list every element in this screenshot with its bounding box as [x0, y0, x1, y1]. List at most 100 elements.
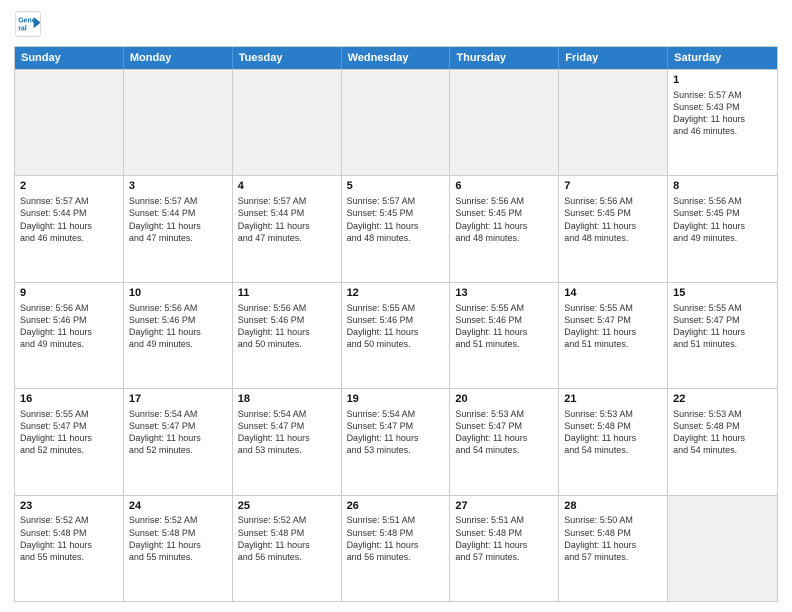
cal-cell: 22Sunrise: 5:53 AM Sunset: 5:48 PM Dayli…	[668, 389, 777, 494]
cal-cell: 10Sunrise: 5:56 AM Sunset: 5:46 PM Dayli…	[124, 283, 233, 388]
day-number: 23	[20, 499, 118, 514]
cal-cell	[559, 70, 668, 175]
cal-cell: 8Sunrise: 5:56 AM Sunset: 5:45 PM Daylig…	[668, 176, 777, 281]
day-number: 15	[673, 286, 772, 301]
cell-info: Sunrise: 5:52 AM Sunset: 5:48 PM Dayligh…	[238, 514, 336, 563]
day-number: 12	[347, 286, 445, 301]
cal-header-thursday: Thursday	[450, 47, 559, 69]
cal-cell: 20Sunrise: 5:53 AM Sunset: 5:47 PM Dayli…	[450, 389, 559, 494]
cal-cell: 18Sunrise: 5:54 AM Sunset: 5:47 PM Dayli…	[233, 389, 342, 494]
cal-cell: 28Sunrise: 5:50 AM Sunset: 5:48 PM Dayli…	[559, 496, 668, 601]
day-number: 8	[673, 179, 772, 194]
cal-cell: 26Sunrise: 5:51 AM Sunset: 5:48 PM Dayli…	[342, 496, 451, 601]
cal-cell: 12Sunrise: 5:55 AM Sunset: 5:46 PM Dayli…	[342, 283, 451, 388]
day-number: 20	[455, 392, 553, 407]
cell-info: Sunrise: 5:55 AM Sunset: 5:46 PM Dayligh…	[347, 302, 445, 351]
cal-cell: 25Sunrise: 5:52 AM Sunset: 5:48 PM Dayli…	[233, 496, 342, 601]
day-number: 4	[238, 179, 336, 194]
cal-header-sunday: Sunday	[15, 47, 124, 69]
svg-text:ral: ral	[18, 25, 27, 32]
day-number: 7	[564, 179, 662, 194]
cal-cell: 11Sunrise: 5:56 AM Sunset: 5:46 PM Dayli…	[233, 283, 342, 388]
cell-info: Sunrise: 5:53 AM Sunset: 5:47 PM Dayligh…	[455, 408, 553, 457]
calendar-body: 1Sunrise: 5:57 AM Sunset: 5:43 PM Daylig…	[15, 69, 777, 601]
logo: Gene- ral	[14, 10, 46, 38]
day-number: 27	[455, 499, 553, 514]
cal-header-tuesday: Tuesday	[233, 47, 342, 69]
day-number: 25	[238, 499, 336, 514]
day-number: 14	[564, 286, 662, 301]
cal-cell	[124, 70, 233, 175]
day-number: 11	[238, 286, 336, 301]
cell-info: Sunrise: 5:52 AM Sunset: 5:48 PM Dayligh…	[129, 514, 227, 563]
cell-info: Sunrise: 5:50 AM Sunset: 5:48 PM Dayligh…	[564, 514, 662, 563]
cell-info: Sunrise: 5:56 AM Sunset: 5:46 PM Dayligh…	[129, 302, 227, 351]
day-number: 1	[673, 73, 772, 88]
day-number: 28	[564, 499, 662, 514]
cal-week-2: 9Sunrise: 5:56 AM Sunset: 5:46 PM Daylig…	[15, 282, 777, 388]
cal-cell: 5Sunrise: 5:57 AM Sunset: 5:45 PM Daylig…	[342, 176, 451, 281]
cal-cell: 23Sunrise: 5:52 AM Sunset: 5:48 PM Dayli…	[15, 496, 124, 601]
cell-info: Sunrise: 5:55 AM Sunset: 5:47 PM Dayligh…	[673, 302, 772, 351]
cal-cell	[15, 70, 124, 175]
cell-info: Sunrise: 5:56 AM Sunset: 5:45 PM Dayligh…	[564, 195, 662, 244]
cell-info: Sunrise: 5:54 AM Sunset: 5:47 PM Dayligh…	[129, 408, 227, 457]
cal-cell: 14Sunrise: 5:55 AM Sunset: 5:47 PM Dayli…	[559, 283, 668, 388]
cell-info: Sunrise: 5:53 AM Sunset: 5:48 PM Dayligh…	[564, 408, 662, 457]
cal-cell: 3Sunrise: 5:57 AM Sunset: 5:44 PM Daylig…	[124, 176, 233, 281]
cal-cell	[342, 70, 451, 175]
cal-cell: 1Sunrise: 5:57 AM Sunset: 5:43 PM Daylig…	[668, 70, 777, 175]
cal-cell: 7Sunrise: 5:56 AM Sunset: 5:45 PM Daylig…	[559, 176, 668, 281]
cal-header-saturday: Saturday	[668, 47, 777, 69]
header: Gene- ral	[14, 10, 778, 38]
cell-info: Sunrise: 5:54 AM Sunset: 5:47 PM Dayligh…	[347, 408, 445, 457]
cell-info: Sunrise: 5:52 AM Sunset: 5:48 PM Dayligh…	[20, 514, 118, 563]
cell-info: Sunrise: 5:55 AM Sunset: 5:46 PM Dayligh…	[455, 302, 553, 351]
cal-header-friday: Friday	[559, 47, 668, 69]
cal-cell: 24Sunrise: 5:52 AM Sunset: 5:48 PM Dayli…	[124, 496, 233, 601]
logo-icon: Gene- ral	[14, 10, 42, 38]
cal-cell: 17Sunrise: 5:54 AM Sunset: 5:47 PM Dayli…	[124, 389, 233, 494]
cal-cell: 9Sunrise: 5:56 AM Sunset: 5:46 PM Daylig…	[15, 283, 124, 388]
cell-info: Sunrise: 5:56 AM Sunset: 5:45 PM Dayligh…	[673, 195, 772, 244]
cal-week-0: 1Sunrise: 5:57 AM Sunset: 5:43 PM Daylig…	[15, 69, 777, 175]
day-number: 2	[20, 179, 118, 194]
cal-cell	[233, 70, 342, 175]
cell-info: Sunrise: 5:55 AM Sunset: 5:47 PM Dayligh…	[564, 302, 662, 351]
day-number: 22	[673, 392, 772, 407]
cell-info: Sunrise: 5:56 AM Sunset: 5:46 PM Dayligh…	[238, 302, 336, 351]
cal-cell: 16Sunrise: 5:55 AM Sunset: 5:47 PM Dayli…	[15, 389, 124, 494]
day-number: 19	[347, 392, 445, 407]
cell-info: Sunrise: 5:56 AM Sunset: 5:46 PM Dayligh…	[20, 302, 118, 351]
cell-info: Sunrise: 5:57 AM Sunset: 5:44 PM Dayligh…	[20, 195, 118, 244]
day-number: 21	[564, 392, 662, 407]
calendar-header: SundayMondayTuesdayWednesdayThursdayFrid…	[15, 47, 777, 69]
cal-cell: 19Sunrise: 5:54 AM Sunset: 5:47 PM Dayli…	[342, 389, 451, 494]
day-number: 5	[347, 179, 445, 194]
cal-week-4: 23Sunrise: 5:52 AM Sunset: 5:48 PM Dayli…	[15, 495, 777, 601]
cal-cell: 13Sunrise: 5:55 AM Sunset: 5:46 PM Dayli…	[450, 283, 559, 388]
cal-cell: 4Sunrise: 5:57 AM Sunset: 5:44 PM Daylig…	[233, 176, 342, 281]
day-number: 24	[129, 499, 227, 514]
cal-cell	[450, 70, 559, 175]
day-number: 10	[129, 286, 227, 301]
cell-info: Sunrise: 5:51 AM Sunset: 5:48 PM Dayligh…	[455, 514, 553, 563]
cal-cell: 2Sunrise: 5:57 AM Sunset: 5:44 PM Daylig…	[15, 176, 124, 281]
day-number: 9	[20, 286, 118, 301]
cell-info: Sunrise: 5:55 AM Sunset: 5:47 PM Dayligh…	[20, 408, 118, 457]
day-number: 17	[129, 392, 227, 407]
cal-week-3: 16Sunrise: 5:55 AM Sunset: 5:47 PM Dayli…	[15, 388, 777, 494]
cal-cell: 6Sunrise: 5:56 AM Sunset: 5:45 PM Daylig…	[450, 176, 559, 281]
cal-cell: 27Sunrise: 5:51 AM Sunset: 5:48 PM Dayli…	[450, 496, 559, 601]
cell-info: Sunrise: 5:57 AM Sunset: 5:44 PM Dayligh…	[238, 195, 336, 244]
cal-header-wednesday: Wednesday	[342, 47, 451, 69]
day-number: 6	[455, 179, 553, 194]
day-number: 13	[455, 286, 553, 301]
cal-week-1: 2Sunrise: 5:57 AM Sunset: 5:44 PM Daylig…	[15, 175, 777, 281]
cell-info: Sunrise: 5:54 AM Sunset: 5:47 PM Dayligh…	[238, 408, 336, 457]
day-number: 3	[129, 179, 227, 194]
cal-cell	[668, 496, 777, 601]
cell-info: Sunrise: 5:57 AM Sunset: 5:43 PM Dayligh…	[673, 89, 772, 138]
cal-cell: 21Sunrise: 5:53 AM Sunset: 5:48 PM Dayli…	[559, 389, 668, 494]
day-number: 26	[347, 499, 445, 514]
